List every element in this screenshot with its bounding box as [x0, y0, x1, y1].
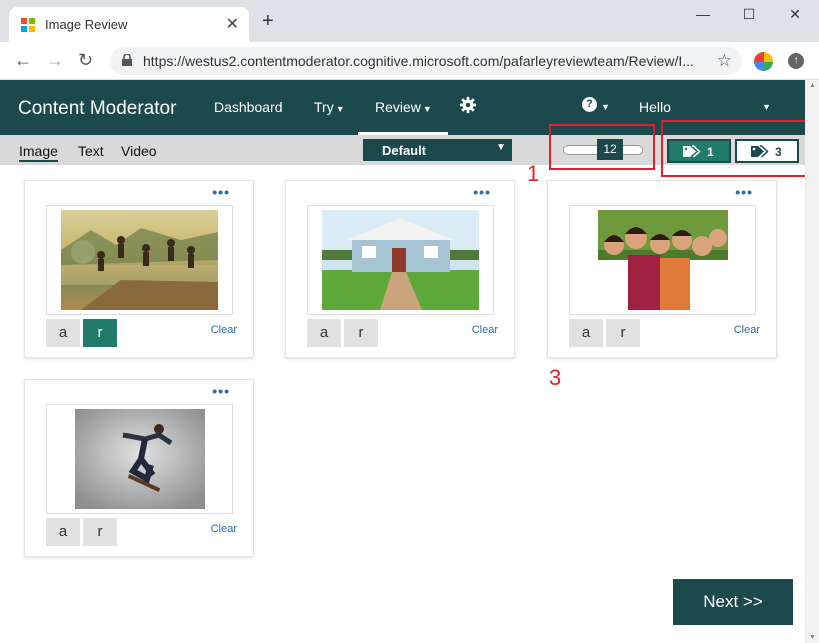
more-options-icon[interactable]: ••• — [473, 184, 491, 200]
tag-r-button[interactable]: r — [83, 319, 117, 347]
nav-review-label: Review — [375, 99, 421, 115]
tag-a-button[interactable]: a — [569, 319, 603, 347]
nav-try[interactable]: Try ▼ — [314, 99, 345, 115]
url-text: https://westus2.contentmoderator.cogniti… — [143, 53, 694, 69]
browser-titlebar: Image Review ✕ + — ☐ ✕ — [0, 0, 819, 42]
lock-icon — [122, 54, 132, 66]
dropdown-value: Default — [382, 143, 427, 158]
microsoft-logo-icon — [21, 18, 35, 32]
more-options-icon[interactable]: ••• — [735, 184, 753, 200]
annotation-box-2 — [661, 120, 807, 177]
image-thumbnail — [61, 210, 218, 310]
gear-icon[interactable] — [459, 96, 477, 114]
new-tab-button[interactable]: + — [262, 11, 274, 31]
brand-title: Content Moderator — [18, 98, 177, 119]
tab-video[interactable]: Video — [121, 143, 157, 159]
image-thumbnail-frame[interactable] — [46, 404, 233, 514]
tag-r-button[interactable]: r — [83, 518, 117, 546]
image-card: ••• a r Clear — [285, 180, 515, 358]
bookmark-star-icon[interactable]: ☆ — [717, 51, 732, 71]
tab-text[interactable]: Text — [78, 143, 104, 159]
tag-a-button[interactable]: a — [307, 319, 341, 347]
annotation-label-1: 1 — [527, 161, 540, 186]
tag-r-button[interactable]: r — [606, 319, 640, 347]
image-card: ••• a r Clear — [24, 180, 254, 358]
more-options-icon[interactable]: ••• — [212, 184, 230, 200]
scroll-down-arrow-icon[interactable]: ▼ — [809, 634, 816, 641]
user-menu-caret-icon[interactable]: ▼ — [762, 102, 771, 112]
image-thumbnail — [75, 409, 205, 509]
caret-down-icon: ▼ — [335, 104, 345, 114]
chevron-down-icon: ▼ — [496, 142, 506, 153]
user-greeting[interactable]: Hello — [639, 99, 671, 115]
annotation-label-3: 3 — [549, 365, 562, 390]
nav-dashboard[interactable]: Dashboard — [214, 99, 283, 115]
image-thumbnail-frame[interactable] — [46, 205, 233, 315]
image-card: ••• a r Clear — [547, 180, 777, 358]
image-thumbnail — [598, 210, 728, 310]
image-thumbnail — [322, 210, 479, 310]
tag-a-button[interactable]: a — [46, 319, 80, 347]
page-scrollbar[interactable]: ▲ ▼ — [805, 80, 819, 643]
address-bar[interactable]: https://westus2.contentmoderator.cogniti… — [110, 47, 742, 75]
image-thumbnail-frame[interactable] — [307, 205, 494, 315]
tab-title: Image Review — [45, 17, 128, 32]
browser-tab[interactable]: Image Review ✕ — [9, 7, 249, 42]
more-options-icon[interactable]: ••• — [212, 383, 230, 399]
scroll-up-arrow-icon[interactable]: ▲ — [809, 82, 816, 89]
caret-down-icon: ▼ — [422, 104, 432, 114]
nav-review[interactable]: Review ▼ — [358, 99, 448, 135]
minimize-button[interactable]: — — [680, 6, 726, 22]
clear-link[interactable]: Clear — [734, 324, 760, 336]
browser-toolbar: ← → ↻ https://westus2.contentmoderator.c… — [0, 42, 819, 80]
reload-icon[interactable]: ↻ — [78, 51, 93, 69]
help-icon[interactable]: ? — [582, 97, 597, 112]
close-window-button[interactable]: ✕ — [772, 6, 818, 23]
back-arrow-icon[interactable]: ← — [14, 51, 32, 69]
tab-image[interactable]: Image — [19, 143, 58, 162]
annotation-box-1 — [549, 124, 655, 170]
update-icon[interactable]: ↑ — [788, 53, 804, 69]
image-card: ••• a r Clear — [24, 379, 254, 557]
tab-close-icon[interactable]: ✕ — [226, 14, 239, 34]
extension-icon[interactable] — [754, 52, 773, 71]
tag-a-button[interactable]: a — [46, 518, 80, 546]
nav-try-label: Try — [314, 99, 334, 115]
workflow-dropdown[interactable]: Default ▼ — [363, 139, 512, 161]
clear-link[interactable]: Clear — [472, 324, 498, 336]
maximize-button[interactable]: ☐ — [726, 6, 772, 23]
clear-link[interactable]: Clear — [211, 324, 237, 336]
help-caret-icon[interactable]: ▼ — [601, 102, 610, 112]
tag-r-button[interactable]: r — [344, 319, 378, 347]
image-thumbnail-frame[interactable] — [569, 205, 756, 315]
clear-link[interactable]: Clear — [211, 523, 237, 535]
next-button[interactable]: Next >> — [673, 579, 793, 625]
forward-arrow-icon[interactable]: → — [46, 51, 64, 69]
